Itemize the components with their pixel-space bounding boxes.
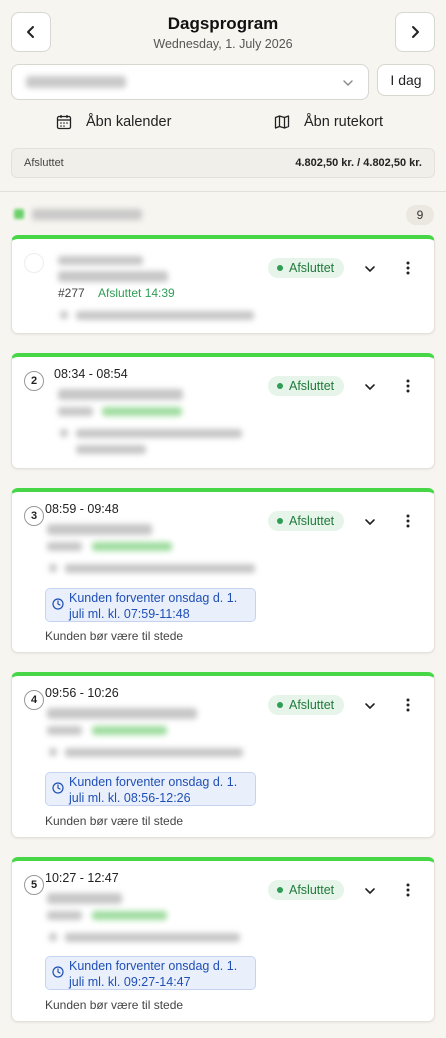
divider <box>0 191 446 192</box>
kebab-icon[interactable] <box>401 378 415 394</box>
employee-select[interactable] <box>11 64 369 100</box>
task-card[interactable]: 2 08:34 - 08:54 Afsluttet <box>11 353 435 469</box>
customer-expectation-note: Kunden forventer onsdag d. 1. juli ml. k… <box>45 772 256 806</box>
open-route-map-link[interactable]: Åbn rutekort <box>274 114 383 130</box>
customer-expectation-note: Kunden forventer onsdag d. 1. juli ml. k… <box>45 588 256 622</box>
open-calendar-link[interactable]: Åbn kalender <box>56 114 171 130</box>
open-route-map-label: Åbn rutekort <box>304 114 383 130</box>
redacted-time <box>58 256 143 265</box>
task-number <box>24 253 44 273</box>
redacted-employee-name <box>26 76 126 88</box>
task-card[interactable]: 5 10:27 - 12:47 Kunden forventer onsdag … <box>11 857 435 1022</box>
location-icon <box>49 933 57 941</box>
page-title: Dagsprogram <box>167 14 279 33</box>
kebab-icon[interactable] <box>401 513 415 529</box>
task-time: 08:59 - 09:48 <box>45 502 119 516</box>
task-time: 09:56 - 10:26 <box>45 686 119 700</box>
group-header: 9 <box>14 205 434 226</box>
next-day-button[interactable] <box>395 12 435 52</box>
group-count-badge: 9 <box>406 205 434 225</box>
redacted-customer <box>47 708 197 719</box>
task-number: 3 <box>24 506 44 526</box>
redacted-customer <box>58 389 183 400</box>
summary-status: Afsluttet <box>24 157 64 169</box>
redacted-address <box>65 564 255 573</box>
task-card[interactable]: #277 Afsluttet 14:39 Afsluttet <box>11 235 435 334</box>
chevron-down-icon[interactable] <box>363 380 377 394</box>
chevron-down-icon[interactable] <box>363 515 377 529</box>
redacted-completed <box>92 726 167 735</box>
redacted-group-name <box>32 209 142 220</box>
redacted-completed <box>92 911 167 920</box>
redacted-order <box>58 407 93 416</box>
redacted-customer <box>47 893 122 904</box>
redacted-customer <box>47 524 152 535</box>
calendar-icon <box>56 115 72 130</box>
status-badge: Afsluttet <box>268 376 345 396</box>
redacted-completed <box>92 542 172 551</box>
presence-text: Kunden bør være til stede <box>45 998 184 1012</box>
redacted-address <box>76 311 254 320</box>
chevron-right-icon <box>412 26 419 38</box>
page-date: Wednesday, 1. July 2026 <box>153 37 293 51</box>
location-icon <box>60 429 68 437</box>
clock-icon <box>52 966 64 978</box>
task-card[interactable]: 4 09:56 - 10:26 Kunden forventer onsdag … <box>11 672 435 838</box>
task-time: 08:34 - 08:54 <box>54 367 128 381</box>
location-icon <box>60 311 68 319</box>
map-icon <box>274 115 290 129</box>
chevron-down-icon[interactable] <box>363 884 377 898</box>
kebab-icon[interactable] <box>401 697 415 713</box>
redacted-order <box>47 542 82 551</box>
today-button[interactable]: I dag <box>377 64 435 96</box>
presence-text: Kunden bør være til stede <box>45 814 184 828</box>
kebab-icon[interactable] <box>401 882 415 898</box>
status-badge: Afsluttet <box>268 511 345 531</box>
status-badge: Afsluttet <box>268 258 345 278</box>
task-number: 5 <box>24 875 44 895</box>
presence-text: Kunden bør være til stede <box>45 629 184 643</box>
clock-icon <box>52 598 64 610</box>
chevron-down-icon <box>343 80 353 86</box>
chevron-down-icon[interactable] <box>363 262 377 276</box>
redacted-completed <box>102 407 182 416</box>
location-icon <box>49 748 57 756</box>
order-number: #277 <box>58 286 85 300</box>
chevron-down-icon[interactable] <box>363 699 377 713</box>
redacted-customer <box>58 271 168 282</box>
summary-amount: 4.802,50 kr. / 4.802,50 kr. <box>295 157 422 169</box>
customer-expectation-note: Kunden forventer onsdag d. 1. juli ml. k… <box>45 956 256 990</box>
task-card[interactable]: 3 08:59 - 09:48 Kunden forventer onsdag … <box>11 488 435 653</box>
redacted-address <box>76 429 242 438</box>
status-badge: Afsluttet <box>268 880 345 900</box>
open-calendar-label: Åbn kalender <box>86 114 172 130</box>
completed-time: Afsluttet 14:39 <box>98 286 175 300</box>
redacted-address <box>65 933 240 942</box>
redacted-order <box>47 911 82 920</box>
group-color-dot <box>14 209 24 219</box>
status-badge: Afsluttet <box>268 695 345 715</box>
kebab-icon[interactable] <box>401 260 415 276</box>
task-number: 2 <box>24 371 44 391</box>
redacted-address <box>65 748 243 757</box>
day-summary: Afsluttet 4.802,50 kr. / 4.802,50 kr. <box>11 148 435 178</box>
location-icon <box>49 564 57 572</box>
task-time: 10:27 - 12:47 <box>45 871 119 885</box>
task-number: 4 <box>24 690 44 710</box>
clock-icon <box>52 782 64 794</box>
redacted-order <box>47 726 82 735</box>
redacted-address-2 <box>76 445 146 454</box>
